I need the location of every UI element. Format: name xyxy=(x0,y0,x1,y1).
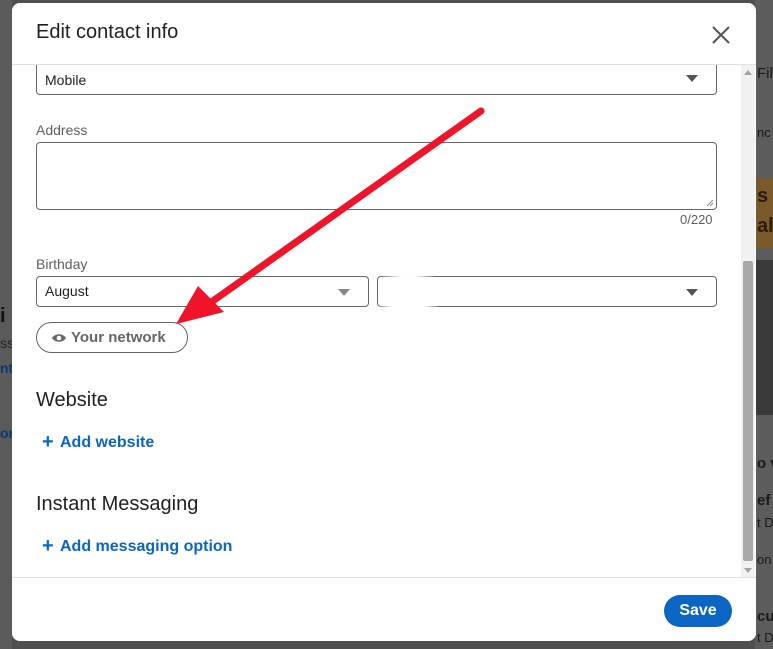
bg-fragment: nc xyxy=(757,125,771,140)
bg-fragment: alm xyxy=(757,215,773,237)
scroll-up-icon[interactable] xyxy=(744,70,752,75)
bg-fragment: o v xyxy=(757,455,773,472)
phone-type-value: Mobile xyxy=(45,72,87,88)
bg-fragment: cus xyxy=(757,608,773,625)
bg-fragment: on xyxy=(757,552,772,567)
instant-messaging-heading: Instant Messaging xyxy=(36,493,199,515)
bg-fragment: s b xyxy=(757,185,773,207)
address-label: Address xyxy=(36,122,88,138)
close-icon xyxy=(712,26,730,44)
dialog-scrollbar[interactable] xyxy=(741,65,755,577)
resize-handle-icon[interactable] xyxy=(706,199,714,207)
bg-fragment: ef xyxy=(757,492,771,509)
chevron-down-icon xyxy=(338,289,350,296)
plus-icon: + xyxy=(42,535,54,557)
address-input[interactable] xyxy=(36,142,717,210)
add-messaging-label: Add messaging option xyxy=(60,538,233,555)
phone-type-select[interactable]: Mobile xyxy=(36,65,717,95)
visibility-label: Your network xyxy=(71,329,166,346)
bg-fragment: i xyxy=(0,305,6,327)
redaction-blur xyxy=(378,258,438,338)
address-char-counter: 0/220 xyxy=(680,212,713,227)
eye-icon xyxy=(52,334,66,342)
close-button[interactable] xyxy=(709,23,733,47)
visibility-button[interactable]: Your network xyxy=(36,322,188,353)
bg-fragment: Fil xyxy=(757,65,773,82)
bg-fragment: t D xyxy=(757,515,773,530)
birthday-label: Birthday xyxy=(36,256,88,272)
chevron-down-icon xyxy=(686,75,698,82)
birthday-month-value: August xyxy=(45,283,89,299)
dialog-title: Edit contact info xyxy=(36,21,179,43)
scrollbar-thumb[interactable] xyxy=(743,261,753,561)
birthday-month-select[interactable]: August xyxy=(36,276,369,307)
background-page-left: i ss nt or xyxy=(0,0,14,649)
add-website-label: Add website xyxy=(60,434,155,451)
plus-icon: + xyxy=(42,431,54,453)
dialog-header: Edit contact info xyxy=(12,3,756,65)
add-website-link[interactable]: + Add website xyxy=(42,431,155,453)
chevron-down-icon xyxy=(686,289,698,296)
website-heading: Website xyxy=(36,389,108,411)
save-button[interactable]: Save xyxy=(664,595,732,627)
dialog-footer: Save xyxy=(12,577,756,641)
add-messaging-link[interactable]: + Add messaging option xyxy=(42,535,233,557)
bg-image xyxy=(755,260,773,415)
scroll-down-icon[interactable] xyxy=(744,568,752,573)
bg-fragment: t D xyxy=(757,630,773,645)
dialog-body: Mobile Address 0/220 Birthday August You… xyxy=(12,65,740,577)
background-page-right: Fil nc s b alm o v ef t D on cus t D xyxy=(755,0,773,649)
